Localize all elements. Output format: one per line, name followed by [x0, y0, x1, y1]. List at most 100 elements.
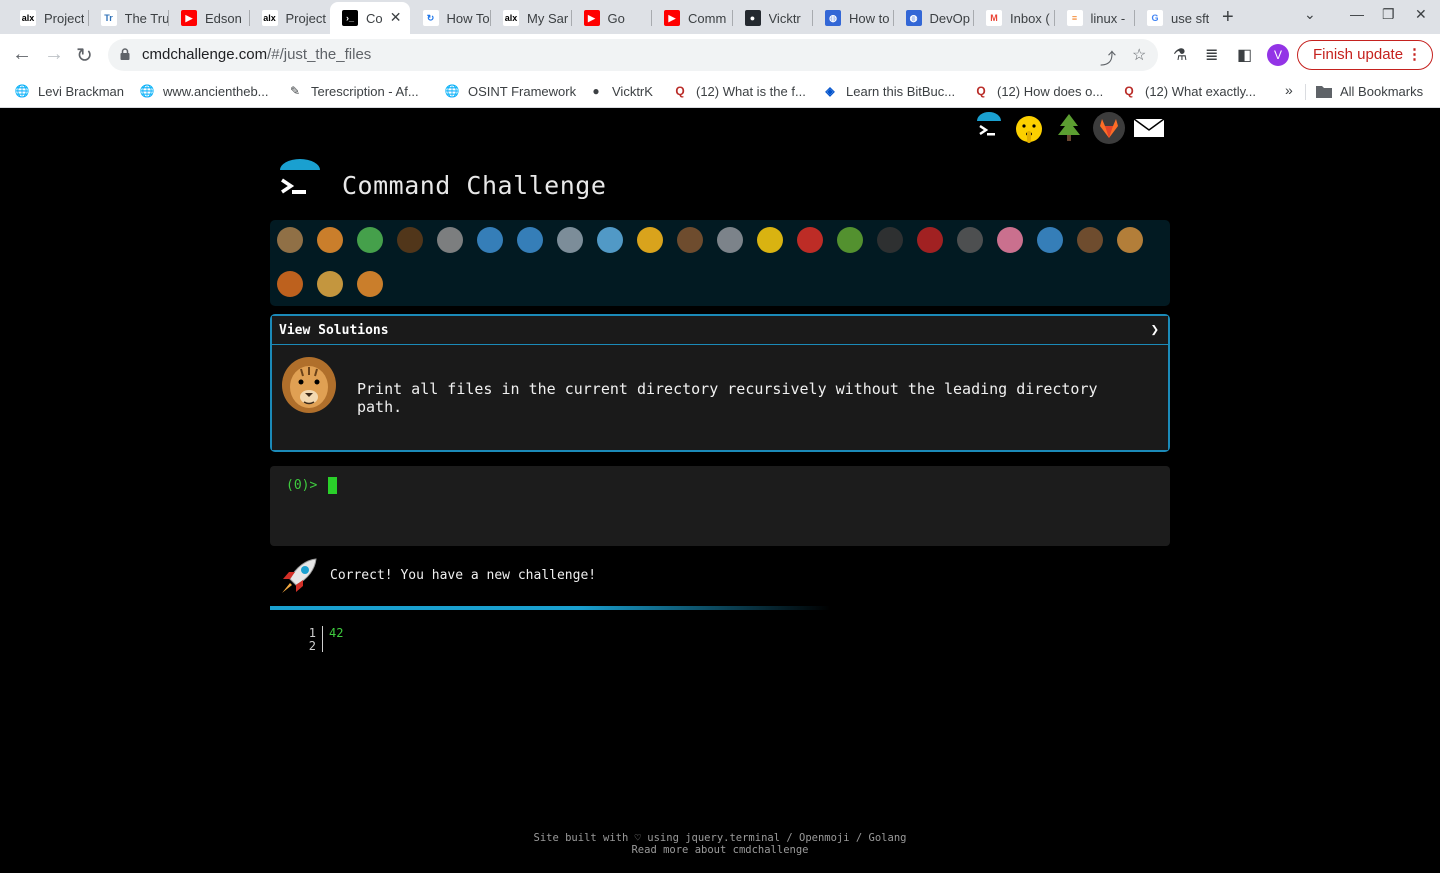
lock-icon[interactable] [120, 48, 130, 60]
browser-tab[interactable]: ◍ DevOp [894, 4, 974, 32]
close-window-icon[interactable]: ✕ [1415, 6, 1427, 23]
cucumber-glyph [837, 227, 863, 253]
dog-glyph [1117, 227, 1143, 253]
bookmark-item[interactable]: ◈ Learn this BitBuc... [822, 83, 955, 99]
fox-icon[interactable] [274, 268, 306, 300]
browser-tab[interactable]: ↻ How To [411, 4, 491, 32]
tiger-icon[interactable] [354, 268, 386, 300]
menu-dots-icon: ⋮ [1407, 46, 1422, 63]
browser-tab[interactable]: Tr The Tru [89, 4, 168, 32]
monkey-glyph [1077, 227, 1103, 253]
bee-glyph [757, 227, 783, 253]
bacteria-icon[interactable] [1034, 224, 1066, 256]
restore-icon[interactable]: ❐ [1382, 6, 1395, 23]
bookmark-item[interactable]: 🌐 Levi Brackman [14, 83, 124, 99]
view-solutions-label: View Solutions [279, 323, 389, 338]
fish-icon[interactable] [594, 224, 626, 256]
ant-icon[interactable] [394, 224, 426, 256]
forward-icon[interactable]: → [44, 43, 64, 66]
bee-icon[interactable] [754, 224, 786, 256]
profile-avatar[interactable]: V [1267, 44, 1289, 66]
bookmark-item[interactable]: ● VicktrK [588, 83, 653, 99]
finish-update-button[interactable]: Finish update ⋮ [1297, 40, 1433, 70]
minimize-icon[interactable]: — [1350, 6, 1364, 22]
monkey-icon[interactable] [1074, 224, 1106, 256]
bookmarks-overflow-icon[interactable]: » [1285, 82, 1293, 98]
browser-tab-title: Go [607, 10, 625, 26]
browser-tab[interactable]: alx Project [250, 4, 330, 32]
caterpillar-glyph [357, 227, 383, 253]
tru-icon: Tr [100, 10, 117, 26]
browser-tab[interactable]: ▶ Go [572, 4, 652, 32]
spider-web-icon[interactable] [434, 224, 466, 256]
view-solutions-toggle[interactable]: View Solutions ❯ [272, 316, 1168, 345]
url-text[interactable]: cmdchallenge.com/#/just_the_files [142, 46, 371, 63]
whale-icon[interactable] [474, 224, 506, 256]
footer-about-link[interactable]: Read more about cmdchallenge [0, 844, 1440, 856]
gitlab-icon[interactable] [1092, 111, 1126, 145]
otter-icon[interactable] [674, 224, 706, 256]
globe-icon: 🌐 [139, 84, 155, 98]
side-panel-icon[interactable]: ◧ [1237, 45, 1252, 65]
reading-list-icon[interactable]: ≣ [1205, 45, 1218, 65]
bookmark-item[interactable]: 🌐 www.ancientheb... [139, 83, 269, 99]
worm-icon[interactable] [994, 224, 1026, 256]
browser-tab[interactable]: ◍ How to [813, 4, 893, 32]
bookmark-item[interactable]: Q (12) What is the f... [672, 83, 806, 99]
tropical-fish-icon[interactable] [634, 224, 666, 256]
browser-tab[interactable]: ▶ Comm [652, 4, 732, 32]
globe-icon: 🌐 [444, 84, 460, 98]
dog-icon[interactable] [1114, 224, 1146, 256]
back-icon[interactable]: ← [12, 43, 32, 66]
snail-icon[interactable] [274, 224, 306, 256]
browser-tab-title: linux - [1090, 10, 1126, 26]
pen-icon: ✎ [289, 84, 301, 98]
github-icon: ● [592, 84, 600, 98]
close-tab-icon[interactable]: ✕ [390, 9, 402, 26]
tiger-glyph [357, 271, 383, 297]
address-bar[interactable]: cmdchallenge.com/#/just_the_files ⤴ ☆ [108, 39, 1158, 71]
caterpillar-icon[interactable] [354, 224, 386, 256]
terminal-icon[interactable] [972, 111, 1006, 145]
page-title: Command Challenge [342, 171, 607, 200]
browser-tab-title: Project [44, 10, 85, 26]
envelope-icon[interactable] [1132, 111, 1166, 145]
new-tab-button[interactable]: + [1222, 6, 1234, 29]
globe-icon: ◍ [905, 10, 922, 26]
dolphin-icon[interactable] [554, 224, 586, 256]
browser-tab[interactable]: ›_ Co ✕ [330, 2, 410, 34]
browser-tab[interactable]: alx My Sar [491, 4, 571, 32]
browser-tab[interactable]: ▶ Edson [169, 4, 249, 32]
scorpion-icon[interactable] [914, 224, 946, 256]
bookmark-item[interactable]: Q (12) How does o... [973, 83, 1103, 99]
browser-tab[interactable]: alx Project [8, 4, 88, 32]
cat-icon[interactable] [314, 268, 346, 300]
spider-icon[interactable] [874, 224, 906, 256]
bookmark-item[interactable]: ✎ Terescription - Af... [287, 83, 419, 99]
bookmark-item[interactable]: Q (12) What exactly... [1121, 83, 1256, 99]
browser-tab[interactable]: ● Vicktr [733, 4, 813, 32]
butterfly-icon[interactable] [314, 224, 346, 256]
browser-tab[interactable]: Guse sft [1135, 4, 1215, 32]
browser-tab[interactable]: ≡ linux - [1055, 4, 1135, 32]
wolf-icon[interactable] [714, 224, 746, 256]
bookmark-item[interactable]: 🌐 OSINT Framework [444, 83, 577, 99]
shushing-face-icon[interactable] [1012, 111, 1046, 145]
bookmark-star-icon[interactable]: ☆ [1132, 45, 1146, 65]
reload-icon[interactable]: ↻ [76, 43, 93, 68]
all-bookmarks-button[interactable]: All Bookmarks [1316, 83, 1423, 99]
labs-flask-icon[interactable]: ⚗ [1173, 45, 1187, 65]
bitbucket-icon: ◈ [825, 84, 835, 98]
terminal-input[interactable]: (0)> [270, 466, 1170, 546]
tab-search-icon[interactable]: ⌄ [1304, 6, 1316, 23]
line-gutter [322, 639, 323, 652]
tab-divider [973, 10, 974, 26]
tree-icon[interactable] [1052, 111, 1086, 145]
dolphin-blue-icon[interactable] [514, 224, 546, 256]
browser-tab[interactable]: M Inbox ( [974, 4, 1054, 32]
fly-icon[interactable] [954, 224, 986, 256]
browser-tab-title: My Sar [527, 10, 569, 26]
share-icon[interactable]: ⤴ [1100, 45, 1116, 69]
cucumber-icon[interactable] [834, 224, 866, 256]
ladybug-icon[interactable] [794, 224, 826, 256]
